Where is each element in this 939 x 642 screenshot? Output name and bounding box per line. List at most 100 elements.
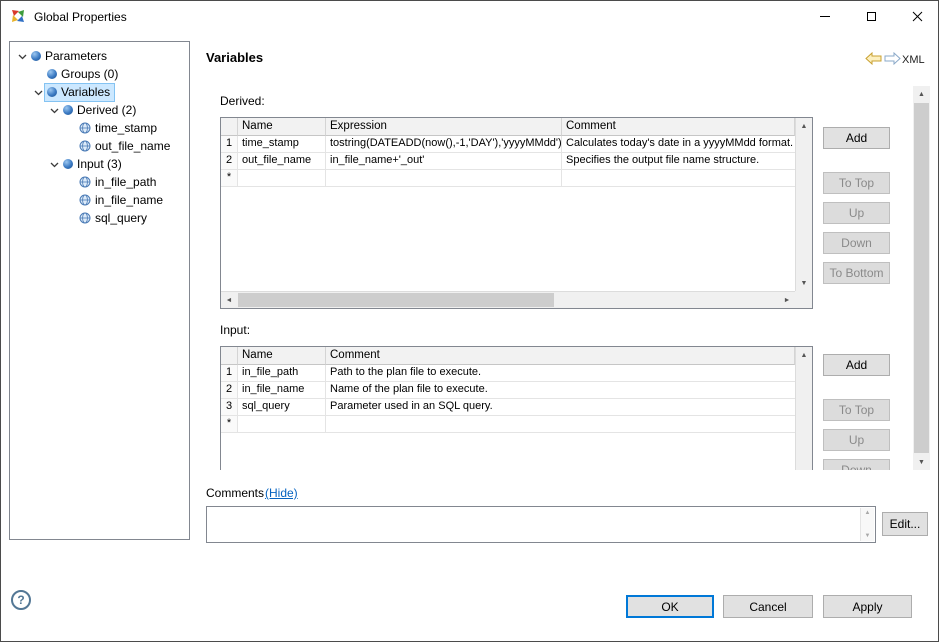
close-button[interactable]: [894, 1, 939, 31]
variable-globe-icon: [79, 140, 91, 152]
derived-up-button[interactable]: Up: [823, 202, 890, 224]
forward-arrow-icon[interactable]: [884, 52, 901, 65]
scroll-down-icon[interactable]: ▼: [913, 454, 930, 470]
app-icon: [10, 8, 26, 24]
cell-expression[interactable]: [326, 170, 562, 187]
window-title: Global Properties: [34, 10, 127, 24]
edit-button[interactable]: Edit...: [882, 512, 928, 536]
help-icon[interactable]: ?: [11, 590, 31, 610]
panel-vertical-scrollbar[interactable]: ▲ ▼: [913, 86, 930, 470]
tree-item-label: Variables: [61, 85, 110, 99]
input-section-label: Input:: [220, 323, 250, 337]
tree-item-in-file-path[interactable]: in_file_path: [10, 173, 189, 191]
scrollbar-thumb[interactable]: [238, 293, 554, 307]
parameters-tree: Parameters Groups (0) Variables Derived …: [9, 41, 190, 540]
table-row[interactable]: 1 time_stamp tostring(DATEADD(now(),-1,'…: [221, 136, 795, 153]
tree-item-time-stamp[interactable]: time_stamp: [10, 119, 189, 137]
cell-comment[interactable]: [326, 416, 795, 433]
table-row[interactable]: 1 in_file_path Path to the plan file to …: [221, 365, 795, 382]
derived-vertical-scrollbar[interactable]: ▲ ▼: [795, 118, 812, 291]
column-header-comment: Comment: [562, 118, 795, 136]
derived-to-bottom-button[interactable]: To Bottom: [823, 262, 890, 284]
table-row[interactable]: 3 sql_query Parameter used in an SQL que…: [221, 399, 795, 416]
scroll-up-icon[interactable]: ▲: [796, 118, 812, 134]
cell-comment[interactable]: Name of the plan file to execute.: [326, 382, 795, 399]
row-header-corner: [221, 118, 238, 136]
cell-comment[interactable]: [562, 170, 795, 187]
input-vertical-scrollbar[interactable]: ▲: [795, 347, 812, 470]
variable-globe-icon: [79, 122, 91, 134]
row-number: 1: [221, 365, 238, 382]
parameter-node-icon: [63, 105, 73, 115]
cell-expression[interactable]: tostring(DATEADD(now(),-1,'DAY'),'yyyyMM…: [326, 136, 562, 153]
scroll-left-icon[interactable]: ◄: [221, 292, 237, 308]
input-to-top-button[interactable]: To Top: [823, 399, 890, 421]
cell-name[interactable]: in_file_path: [238, 365, 326, 382]
cell-comment[interactable]: Calculates today's date in a yyyyMMdd fo…: [562, 136, 795, 153]
tree-item-groups[interactable]: Groups (0): [10, 65, 189, 83]
cell-name[interactable]: [238, 170, 326, 187]
tree-item-input[interactable]: Input (3): [10, 155, 189, 173]
tree-item-parameters[interactable]: Parameters: [10, 47, 189, 65]
cell-expression[interactable]: in_file_name+'_out': [326, 153, 562, 170]
xml-view-button[interactable]: XML: [902, 54, 925, 66]
cell-name[interactable]: out_file_name: [238, 153, 326, 170]
cancel-button[interactable]: Cancel: [723, 595, 813, 618]
variable-globe-icon: [79, 176, 91, 188]
minimize-button[interactable]: [802, 1, 848, 31]
tree-item-out-file-name[interactable]: out_file_name: [10, 137, 189, 155]
comments-textarea[interactable]: ▲ ▼: [206, 506, 876, 543]
new-row[interactable]: *: [221, 170, 795, 187]
scroll-right-icon[interactable]: ►: [779, 292, 795, 308]
row-number: 2: [221, 382, 238, 399]
input-down-button[interactable]: Down: [823, 459, 890, 470]
cell-comment[interactable]: Path to the plan file to execute.: [326, 365, 795, 382]
derived-table: Name Expression Comment 1 time_stamp tos…: [220, 117, 813, 309]
tree-item-label: Parameters: [45, 49, 107, 63]
scrollbar-thumb[interactable]: [914, 103, 929, 453]
parameter-node-icon: [47, 69, 57, 79]
cell-comment[interactable]: Parameter used in an SQL query.: [326, 399, 795, 416]
tree-item-in-file-name[interactable]: in_file_name: [10, 191, 189, 209]
cell-name[interactable]: in_file_name: [238, 382, 326, 399]
comments-hide-link[interactable]: (Hide): [265, 486, 298, 500]
cell-name[interactable]: time_stamp: [238, 136, 326, 153]
scroll-up-icon[interactable]: ▲: [861, 508, 874, 518]
maximize-button[interactable]: [848, 1, 894, 31]
back-arrow-icon[interactable]: [865, 52, 882, 65]
chevron-expanded-icon[interactable]: [15, 49, 29, 63]
chevron-expanded-icon[interactable]: [47, 157, 61, 171]
tree-item-sql-query[interactable]: sql_query: [10, 209, 189, 227]
row-number: 2: [221, 153, 238, 170]
table-row[interactable]: 2 out_file_name in_file_name+'_out' Spec…: [221, 153, 795, 170]
cell-name[interactable]: sql_query: [238, 399, 326, 416]
table-row[interactable]: 2 in_file_name Name of the plan file to …: [221, 382, 795, 399]
cell-name[interactable]: [238, 416, 326, 433]
variable-globe-icon: [79, 194, 91, 206]
tree-item-label: in_file_path: [95, 175, 156, 189]
row-header-corner: [221, 347, 238, 365]
new-row[interactable]: *: [221, 416, 795, 433]
derived-down-button[interactable]: Down: [823, 232, 890, 254]
scroll-up-icon[interactable]: ▲: [913, 86, 930, 102]
column-header-name: Name: [238, 118, 326, 136]
scroll-down-icon[interactable]: ▼: [861, 531, 874, 541]
tree-item-variables[interactable]: Variables: [10, 83, 189, 101]
input-add-button[interactable]: Add: [823, 354, 890, 376]
input-up-button[interactable]: Up: [823, 429, 890, 451]
derived-add-button[interactable]: Add: [823, 127, 890, 149]
chevron-expanded-icon[interactable]: [31, 85, 45, 99]
comments-scrollbar[interactable]: ▲ ▼: [860, 508, 874, 541]
tree-item-label: sql_query: [95, 211, 147, 225]
chevron-expanded-icon[interactable]: [47, 103, 61, 117]
derived-to-top-button[interactable]: To Top: [823, 172, 890, 194]
cell-comment[interactable]: Specifies the output file name structure…: [562, 153, 795, 170]
ok-button[interactable]: OK: [626, 595, 714, 618]
apply-button[interactable]: Apply: [823, 595, 912, 618]
page-title: Variables: [206, 50, 263, 65]
scroll-down-icon[interactable]: ▼: [796, 275, 812, 291]
minimize-icon: [820, 16, 830, 17]
scroll-up-icon[interactable]: ▲: [796, 347, 812, 363]
tree-item-derived[interactable]: Derived (2): [10, 101, 189, 119]
derived-horizontal-scrollbar[interactable]: ◄ ►: [221, 291, 795, 308]
